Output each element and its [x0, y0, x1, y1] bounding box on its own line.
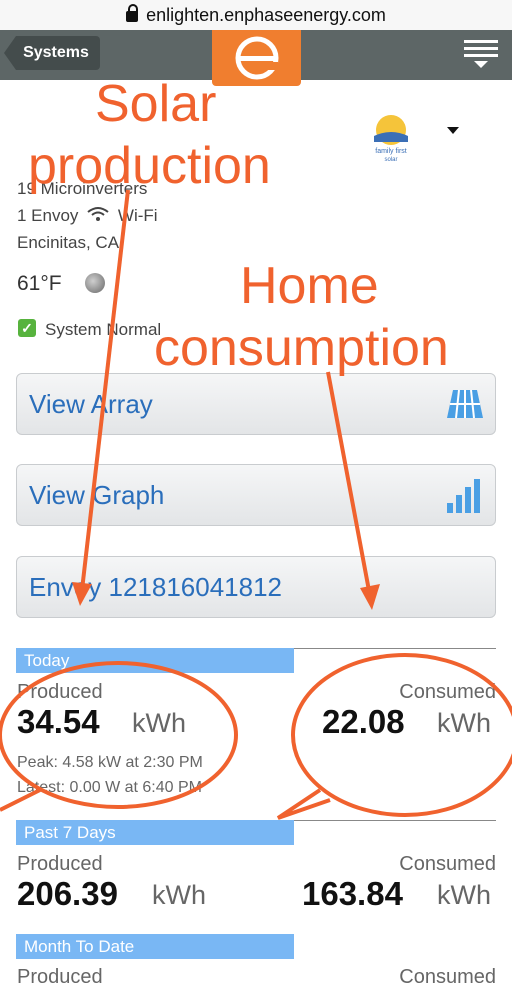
solar-arrow-line [80, 189, 130, 591]
solar-annotation-line1: Solar [95, 75, 217, 133]
home-callout-tail [276, 788, 331, 820]
home-annotation-line1: Home [240, 257, 379, 315]
home-arrow-line [326, 371, 372, 597]
solar-highlight-ellipse [0, 661, 238, 809]
solar-annotation-line2: production [28, 137, 271, 195]
home-arrowhead [360, 584, 380, 610]
solar-arrowhead [72, 582, 92, 606]
solar-callout-tail [0, 788, 41, 812]
home-annotation-line2: consumption [154, 319, 449, 377]
home-highlight-ellipse [291, 653, 512, 817]
